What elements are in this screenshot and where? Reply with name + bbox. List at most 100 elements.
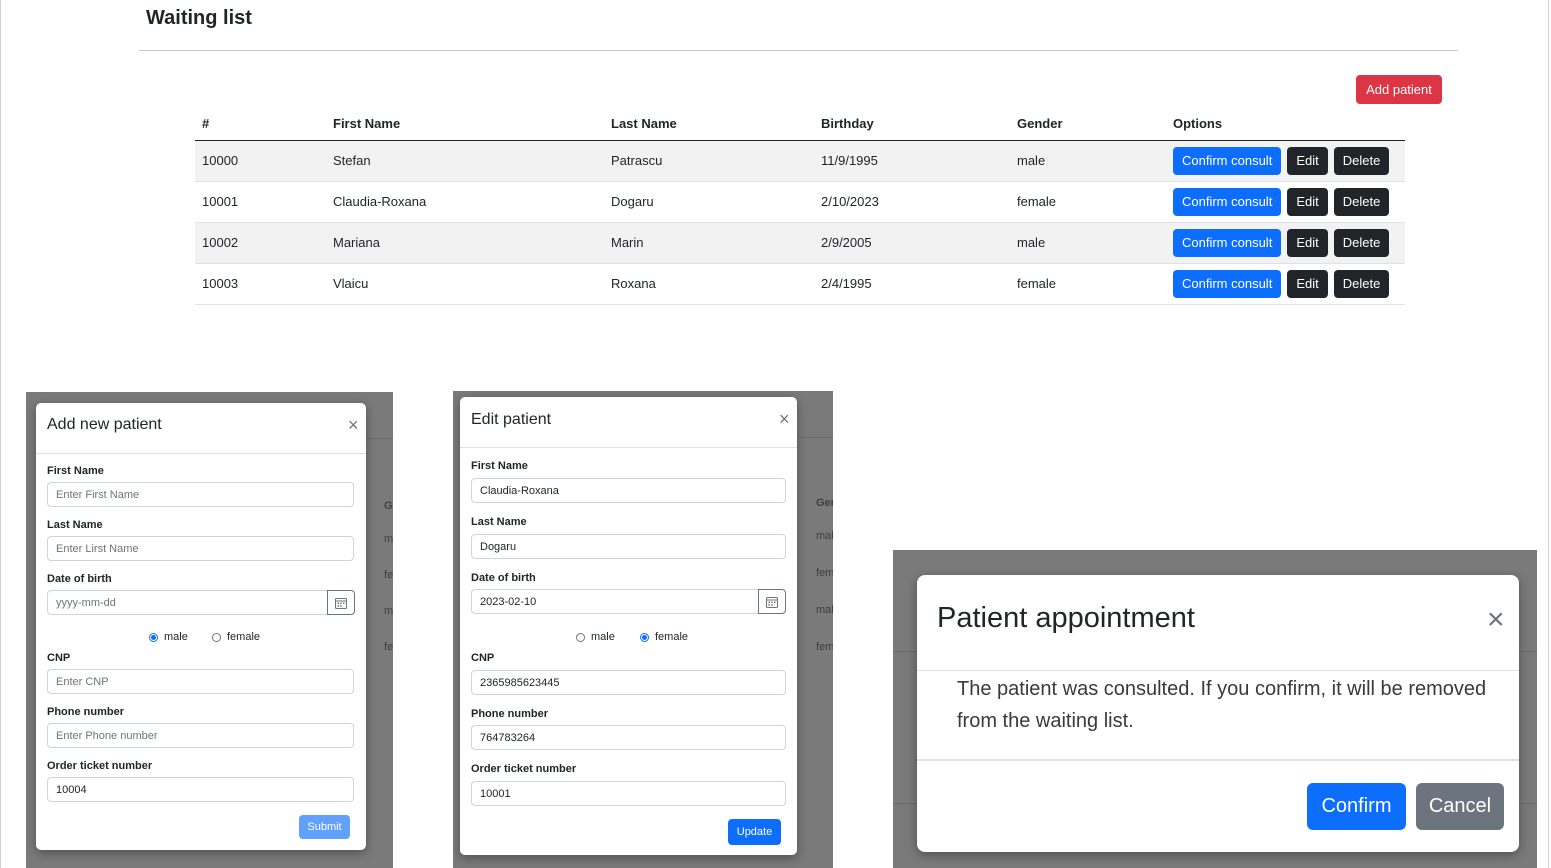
calendar-button[interactable]: [758, 589, 786, 614]
table-header-row: # First Name Last Name Birthday Gender O…: [195, 108, 1405, 141]
radio-male-label: male: [164, 631, 188, 643]
add-patient-button[interactable]: Add patient: [1356, 75, 1442, 104]
phone-input[interactable]: Enter Phone number: [47, 723, 354, 748]
backdrop-text: m: [384, 533, 393, 545]
close-icon[interactable]: ×: [1487, 605, 1505, 635]
radio-female[interactable]: [640, 632, 649, 642]
page-title: Waiting list: [146, 7, 252, 29]
confirm-consult-screenshot: Patient appointment × The patient was co…: [893, 550, 1537, 868]
waiting-list-table: # First Name Last Name Birthday Gender O…: [195, 108, 1405, 305]
cell-first-name: Vlaicu: [326, 263, 604, 305]
cnp-label: CNP: [47, 652, 71, 664]
cell-gender: male: [1010, 222, 1166, 264]
modal-title: Edit patient: [471, 411, 552, 428]
modal-header: Patient appointment ×: [917, 575, 1519, 671]
dob-label: Date of birth: [47, 573, 112, 585]
cell-id: 10000: [195, 140, 326, 182]
close-icon[interactable]: ×: [348, 416, 359, 434]
cell-birthday: 2/4/1995: [814, 263, 1010, 305]
header-id: #: [195, 108, 326, 141]
radio-male-label: male: [591, 631, 615, 643]
table-row: 10002 Mariana Marin 2/9/2005 male Confir…: [195, 222, 1405, 264]
last-name-label: Last Name: [471, 516, 527, 528]
delete-button[interactable]: Delete: [1333, 187, 1390, 216]
last-name-label: Last Name: [47, 519, 103, 531]
confirm-consult-button[interactable]: Confirm consult: [1173, 187, 1282, 216]
table-row: 10000 Stefan Patrascu 11/9/1995 male Con…: [195, 140, 1405, 182]
last-name-input[interactable]: Dogaru: [471, 534, 786, 559]
backdrop-text: fem: [816, 641, 833, 653]
confirm-button[interactable]: Confirm: [1307, 783, 1406, 830]
radio-female[interactable]: [212, 632, 221, 642]
header-options: Options: [1166, 108, 1405, 141]
dob-input[interactable]: yyyy-mm-dd: [47, 590, 328, 615]
backdrop-text: mal: [816, 604, 833, 616]
backdrop-text: mal: [816, 530, 833, 542]
cell-first-name: Claudia-Roxana: [326, 181, 604, 223]
backdrop-text: fe: [384, 569, 393, 581]
edit-button[interactable]: Edit: [1287, 228, 1328, 257]
cell-options: Confirm consult Edit Delete: [1166, 263, 1405, 305]
cell-last-name: Roxana: [604, 263, 814, 305]
first-name-input[interactable]: Claudia-Roxana: [471, 478, 786, 503]
backdrop-text: Ge: [384, 500, 393, 512]
phone-input[interactable]: 764783264: [471, 725, 786, 750]
header-first-name: First Name: [326, 108, 604, 141]
gender-male-option[interactable]: male: [576, 631, 615, 643]
ticket-label: Order ticket number: [471, 763, 577, 775]
page-border-right: [1548, 0, 1549, 868]
edit-button[interactable]: Edit: [1287, 187, 1328, 216]
cell-id: 10003: [195, 263, 326, 305]
gender-male-option[interactable]: male: [149, 631, 188, 643]
backdrop-divider: [796, 437, 833, 438]
close-icon[interactable]: ×: [779, 410, 790, 428]
header-gender: Gender: [1010, 108, 1166, 141]
gender-female-option[interactable]: female: [212, 631, 260, 643]
modal-title: Add new patient: [47, 416, 162, 433]
backdrop-text: fem: [816, 567, 833, 579]
phone-label: Phone number: [47, 706, 125, 718]
cnp-input[interactable]: 2365985623445: [471, 670, 786, 695]
delete-button[interactable]: Delete: [1333, 146, 1390, 175]
modal-header: Edit patient ×: [460, 397, 797, 448]
add-patient-modal: Add new patient × First Name Enter First…: [36, 403, 366, 850]
cell-options: Confirm consult Edit Delete: [1166, 140, 1405, 182]
confirm-consult-button[interactable]: Confirm consult: [1173, 228, 1282, 257]
edit-patient-screenshot: Ger mal fem mal fem Edit patient × First…: [453, 391, 833, 868]
ticket-input[interactable]: 10004: [47, 777, 354, 802]
cnp-input[interactable]: Enter CNP: [47, 669, 354, 694]
backdrop-text: m: [384, 605, 393, 617]
delete-button[interactable]: Delete: [1333, 228, 1390, 257]
update-button[interactable]: Update: [728, 819, 781, 845]
backdrop-text: Ger: [816, 497, 833, 509]
calendar-icon: [766, 596, 778, 608]
dob-input[interactable]: 2023-02-10: [471, 589, 759, 614]
edit-button[interactable]: Edit: [1287, 146, 1328, 175]
confirm-message: The patient was consulted. If you confir…: [957, 678, 1487, 732]
confirm-consult-button[interactable]: Confirm consult: [1173, 269, 1282, 298]
confirm-consult-button[interactable]: Confirm consult: [1173, 146, 1282, 175]
modal-title: Patient appointment: [937, 602, 1195, 634]
radio-male[interactable]: [149, 632, 158, 642]
cell-options: Confirm consult Edit Delete: [1166, 181, 1405, 223]
cell-gender: male: [1010, 140, 1166, 182]
calendar-button[interactable]: [327, 590, 355, 615]
calendar-icon: [335, 597, 347, 609]
cancel-button[interactable]: Cancel: [1416, 783, 1504, 830]
cell-last-name: Patrascu: [604, 140, 814, 182]
edit-button[interactable]: Edit: [1287, 269, 1328, 298]
ticket-input[interactable]: 10001: [471, 781, 786, 806]
cell-gender: female: [1010, 181, 1166, 223]
delete-button[interactable]: Delete: [1333, 269, 1390, 298]
cell-first-name: Stefan: [326, 140, 604, 182]
cell-gender: female: [1010, 263, 1166, 305]
radio-female-label: female: [655, 631, 689, 643]
submit-button[interactable]: Submit: [299, 815, 350, 839]
page-border-left: [0, 0, 1, 868]
gender-female-option[interactable]: female: [640, 631, 688, 643]
modal-footer-divider: [917, 759, 1519, 761]
radio-male[interactable]: [576, 632, 585, 642]
last-name-input[interactable]: Enter Lirst Name: [47, 536, 354, 561]
first-name-input[interactable]: Enter First Name: [47, 482, 354, 507]
edit-patient-modal: Edit patient × First Name Claudia-Roxana…: [460, 397, 797, 855]
